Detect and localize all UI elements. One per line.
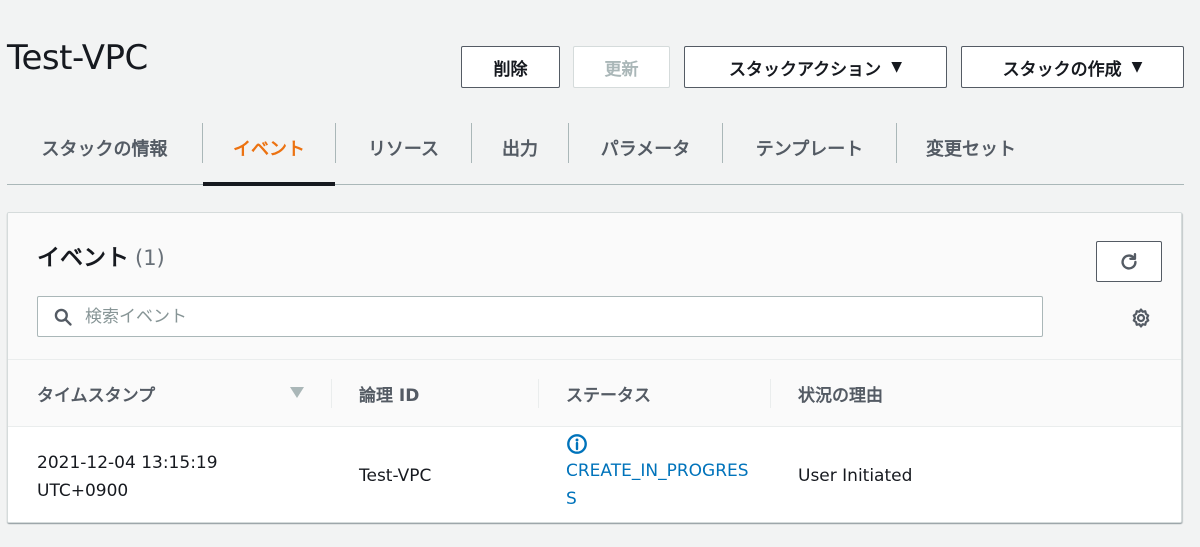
update-button-label: 更新 (604, 59, 639, 80)
events-panel-title: イベント (1) (37, 238, 165, 272)
status-cell: CREATE_IN_PROGRESS (566, 433, 756, 513)
timestamp-cell: 2021-12-04 13:15:19 UTC+0900 (37, 449, 257, 505)
refresh-icon (1121, 252, 1137, 270)
refresh-button[interactable] (1096, 241, 1162, 282)
column-header-timestamp[interactable]: タイムスタンプ (37, 360, 155, 426)
tab-stack-info[interactable]: スタックの情報 (7, 112, 202, 184)
column-divider (331, 379, 332, 408)
column-divider (770, 379, 771, 408)
caret-down-icon: ▼ (891, 59, 902, 75)
page-title: Test-VPC (7, 38, 148, 78)
gear-icon[interactable] (1129, 306, 1153, 330)
sort-desc-icon[interactable] (290, 387, 304, 398)
column-header-reason[interactable]: 状況の理由 (798, 360, 883, 426)
create-stack-button[interactable]: スタックの作成 ▼ (961, 46, 1184, 88)
delete-button[interactable]: 削除 (461, 46, 560, 88)
stack-actions-button[interactable]: スタックアクション ▼ (684, 46, 947, 88)
status-text[interactable]: CREATE_IN_PROGRESS (566, 461, 749, 509)
update-button[interactable]: 更新 (573, 46, 670, 88)
stack-tabs: スタックの情報 イベント リソース 出力 パラメータ テンプレート 変更セット (7, 112, 1184, 186)
events-title-text: イベント (37, 245, 129, 271)
timestamp-date: 2021-12-04 13:15:19 (37, 453, 218, 473)
events-table-header: タイムスタンプ 論理 ID ステータス 状況の理由 (8, 359, 1181, 427)
info-icon (567, 434, 587, 454)
events-panel-header: イベント (1) (8, 213, 1181, 359)
tab-template[interactable]: テンプレート (723, 112, 896, 184)
tab-events[interactable]: イベント (203, 112, 335, 186)
stack-actions-label: スタックアクション (729, 59, 882, 80)
column-header-logical-id[interactable]: 論理 ID (359, 360, 419, 426)
search-box (37, 296, 1043, 337)
create-stack-label: スタックの作成 (1002, 59, 1122, 80)
search-icon (54, 308, 72, 326)
events-panel: イベント(1) タイムスタンプ 論理 ID ステータス 状況の理由 (7, 212, 1182, 523)
column-header-status[interactable]: ステータス (566, 360, 651, 426)
table-row: 2021-12-04 13:15:19 UTC+0900 Test-VPC CR… (8, 427, 1181, 522)
logical-id-cell: Test-VPC (359, 466, 432, 486)
tab-outputs[interactable]: 出力 (472, 112, 568, 184)
delete-button-label: 削除 (493, 59, 528, 80)
column-divider (538, 379, 539, 408)
tab-change-sets[interactable]: 変更セット (897, 112, 1045, 184)
tab-parameters[interactable]: パラメータ (569, 112, 722, 184)
tab-resources[interactable]: リソース (336, 112, 471, 184)
caret-down-icon: ▼ (1131, 59, 1143, 75)
events-count: (1) (135, 246, 165, 270)
search-input[interactable] (83, 305, 987, 328)
timestamp-timezone: UTC+0900 (37, 481, 129, 501)
reason-cell: User Initiated (798, 466, 913, 486)
